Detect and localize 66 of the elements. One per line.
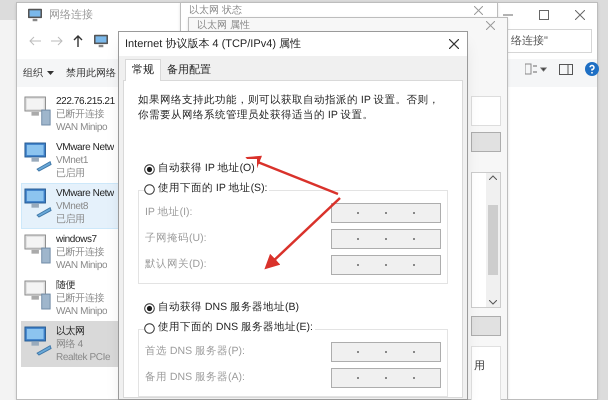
device-name: WAN Minipo [56, 305, 108, 318]
window-title: Internet 协议版本 4 (TCP/IPv4) 属性 [125, 36, 302, 52]
scroll-down-icon[interactable] [489, 300, 497, 305]
toolbar-button[interactable]: 禁用此网络 [66, 66, 116, 80]
ip-address-field[interactable] [331, 229, 441, 249]
device-name: WAN Minipo [56, 259, 108, 272]
ip-address-field[interactable] [331, 255, 441, 275]
radio-icon[interactable] [144, 322, 155, 334]
network-adapter-icon [24, 95, 52, 127]
connection-item[interactable]: 随便 已断开连接 WAN Minipo [21, 275, 131, 321]
network-adapter-icon [24, 325, 52, 357]
toolbar-button[interactable]: 组织 [23, 66, 54, 80]
device-name: 已启用 [56, 213, 86, 226]
window-title: 以太网 状态 [189, 4, 242, 18]
description-text: 如果网络支持此功能，则可以获取自动指派的 IP 设置。否则，你需要从网络系统管理员处获得适当的 IP 设置。 [138, 93, 441, 123]
connection-status: VMnet1 [56, 154, 90, 167]
radio-icon[interactable] [144, 184, 155, 194]
up-icon[interactable] [73, 35, 83, 47]
label-text: 用 [474, 360, 485, 372]
close-icon[interactable] [449, 39, 459, 49]
network-adapter-icon [24, 141, 52, 173]
connection-name: VMware Netw [56, 187, 114, 200]
ip-address-field[interactable] [331, 203, 441, 223]
window-title: 以太网 属性 [197, 18, 250, 32]
tab[interactable]: 常规 [125, 59, 161, 81]
connection-status: 已断开连接 [56, 246, 106, 259]
connection-item[interactable]: 222.76.215.21 已断开连接 WAN Minipo [21, 91, 131, 137]
connection-status: VMnet8 [56, 200, 90, 213]
network-adapter-icon [24, 233, 52, 265]
connection-name: VMware Netw [56, 141, 114, 154]
view-icon[interactable] [525, 63, 547, 75]
radio-icon[interactable] [144, 302, 155, 314]
connection-status: 已断开连接 [56, 108, 106, 121]
connection-name: 以太网 [56, 325, 86, 338]
network-adapter-icon [24, 279, 52, 311]
window-title: 网络连接 [49, 8, 93, 23]
device-name: Realtek PCIe [56, 351, 110, 364]
connection-status: 网络 4 [56, 338, 84, 351]
scrollbar[interactable] [486, 173, 500, 307]
field-label: 备用 DNS 服务器(A): [145, 370, 245, 386]
maximize-icon[interactable] [539, 10, 549, 20]
connection-status: 已断开连接 [56, 292, 106, 305]
network-icon [93, 34, 109, 48]
scroll-up-icon[interactable] [489, 175, 497, 180]
field-label: 首选 DNS 服务器(P): [145, 344, 245, 360]
connection-item[interactable]: VMware Netw VMnet1 已启用 [21, 137, 131, 183]
device-name: WAN Minipo [56, 121, 108, 134]
network-adapter-icon [24, 187, 52, 219]
connection-name: 222.76.215.21 [56, 95, 115, 108]
radio-icon[interactable] [144, 164, 155, 174]
ip-address-field[interactable] [331, 368, 441, 388]
caret-icon [47, 71, 54, 75]
field-label: 默认网关(D): [145, 257, 206, 272]
connection-item[interactable]: windows7 已断开连接 WAN Minipo [21, 229, 131, 275]
ip-address-field[interactable] [331, 342, 441, 362]
connection-name: 随便 [56, 279, 76, 292]
connection-name: windows7 [56, 233, 98, 246]
field-label: 子网掩码(U): [145, 231, 206, 246]
network-icon [27, 8, 43, 22]
preview-pane-icon[interactable] [559, 64, 573, 74]
device-name: 已启用 [56, 167, 86, 180]
scrollbar-thumb[interactable] [488, 205, 498, 275]
help-icon[interactable] [585, 62, 599, 76]
close-icon[interactable] [575, 10, 585, 20]
tab[interactable]: 备用配置 [161, 61, 217, 80]
field-label: IP 地址(I): [145, 205, 192, 220]
